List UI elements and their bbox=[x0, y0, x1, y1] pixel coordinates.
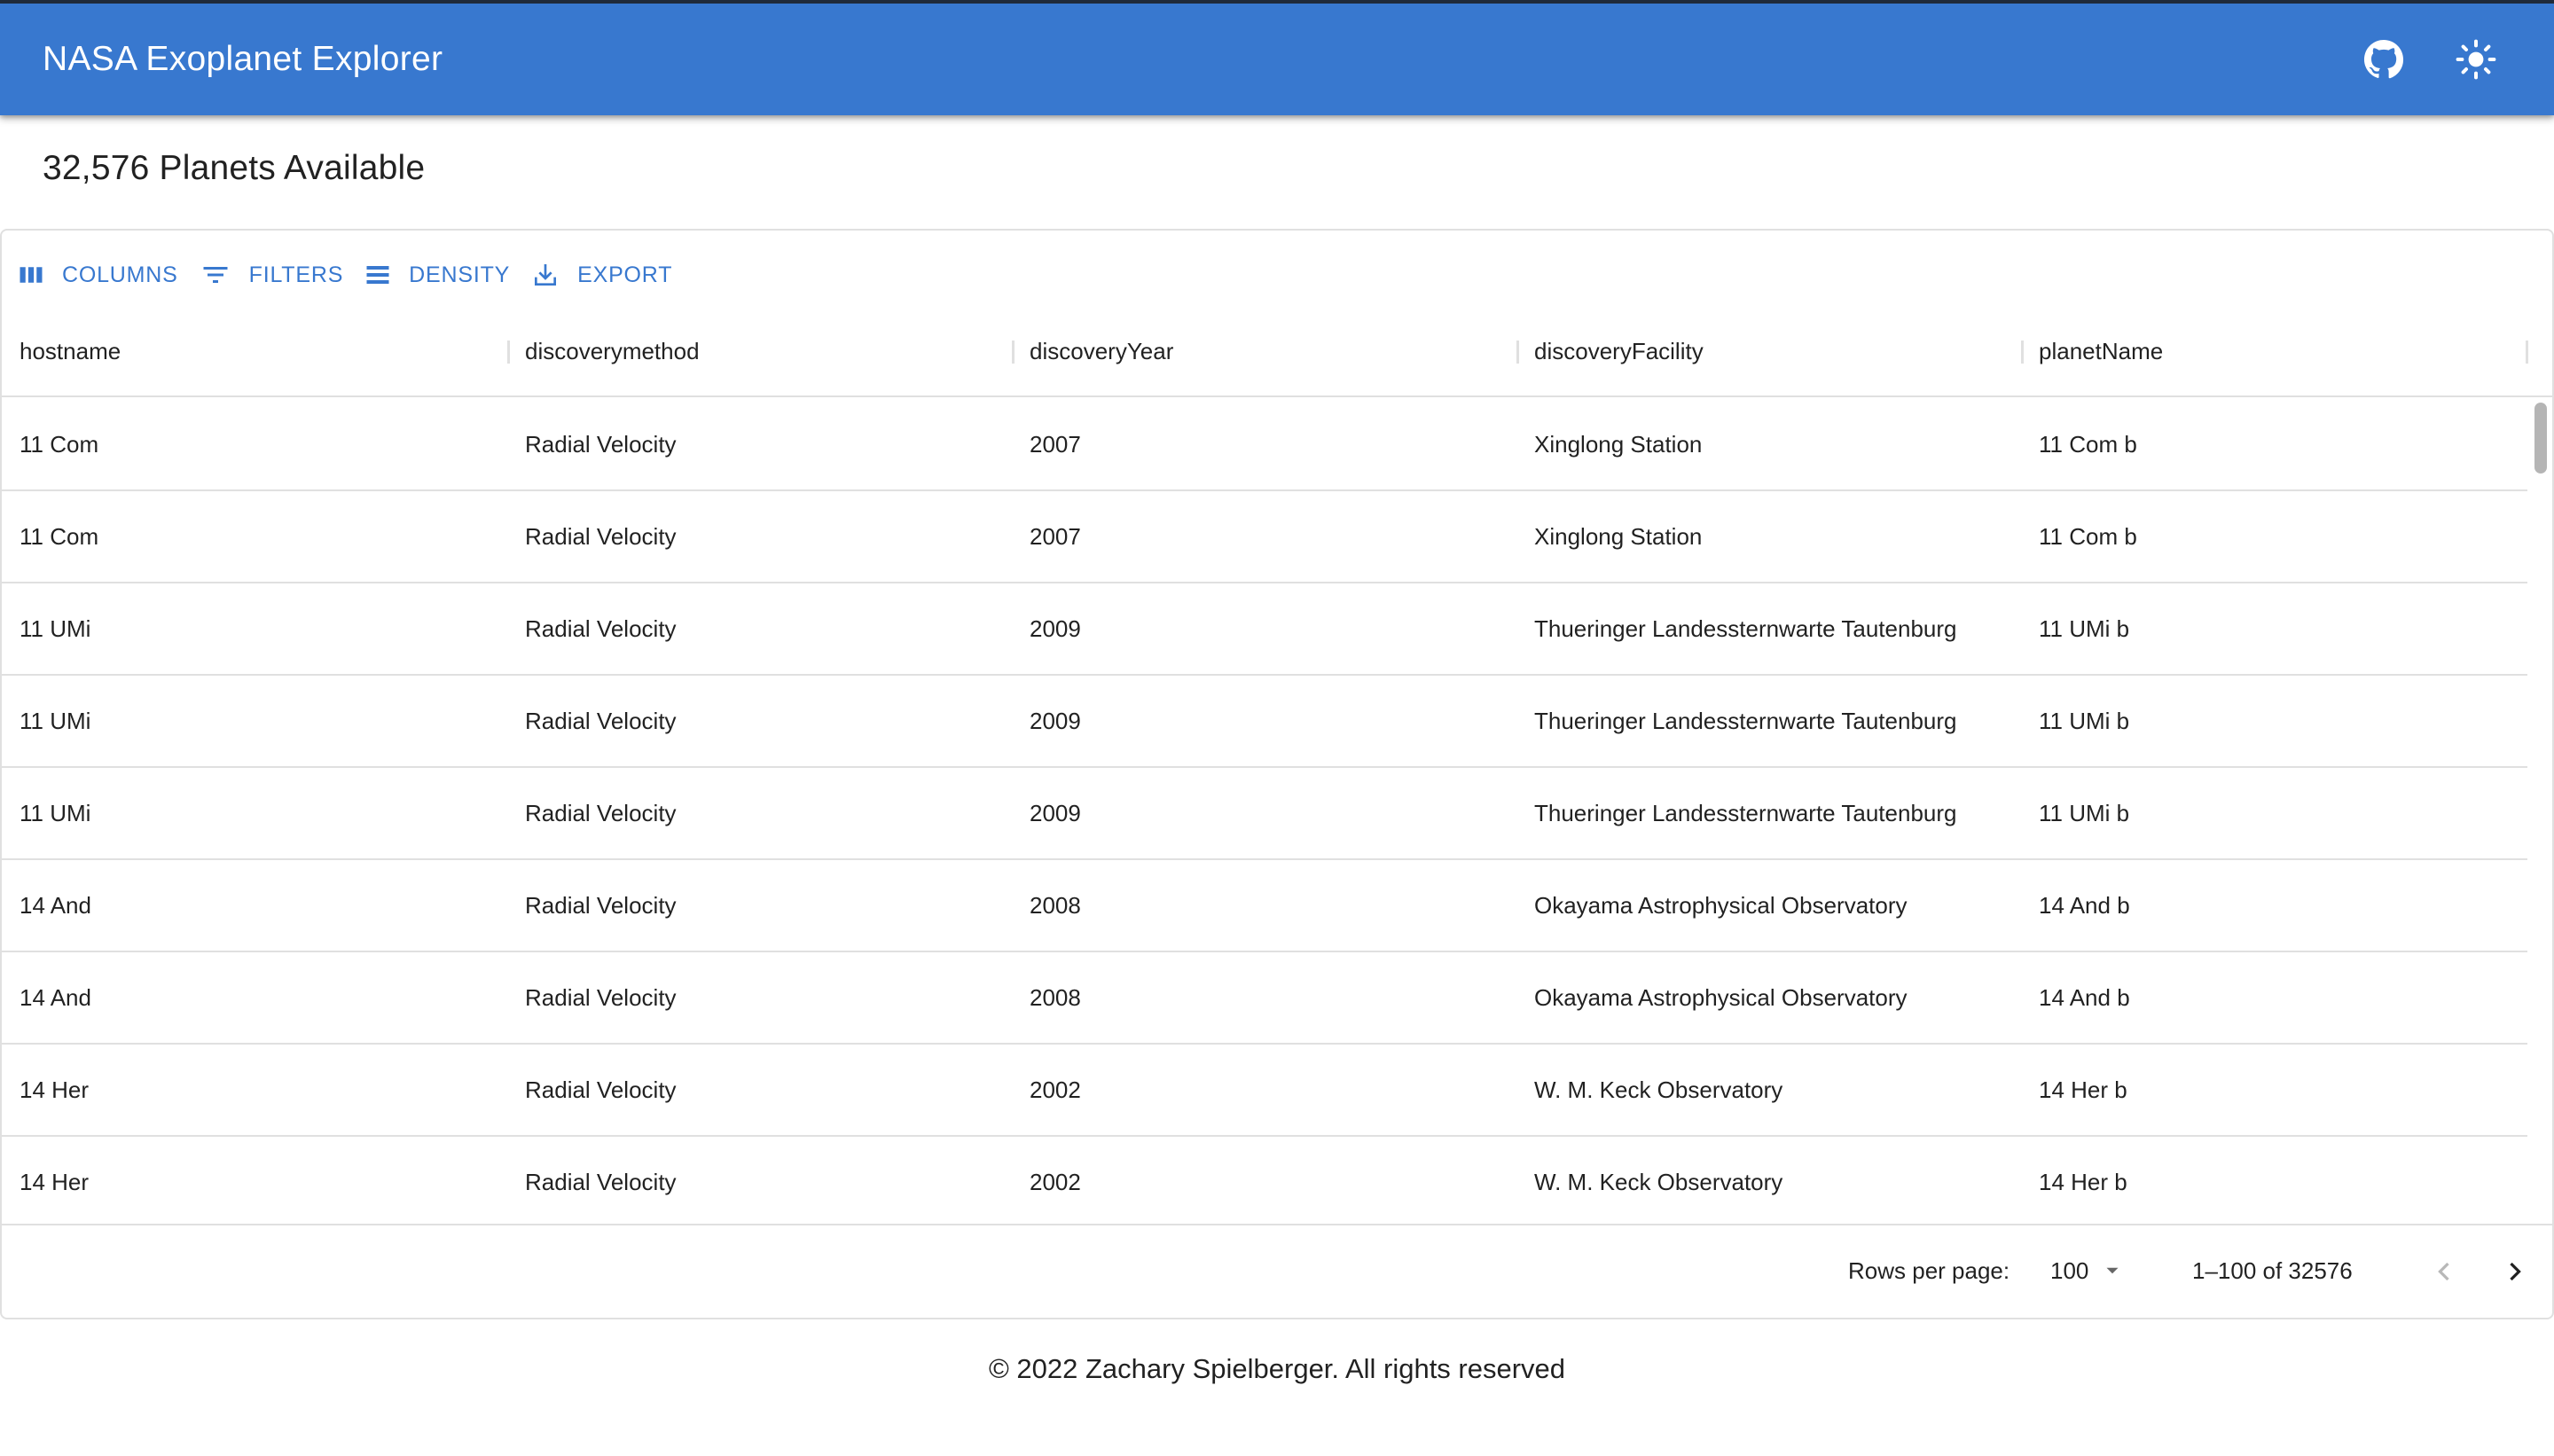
pagination-range: 1–100 of 32576 bbox=[2192, 1257, 2353, 1284]
table-row[interactable]: 11 Com Radial Velocity 2007 Xinglong Sta… bbox=[2, 399, 2527, 491]
table-row[interactable]: 14 Her Radial Velocity 2002 W. M. Keck O… bbox=[2, 1045, 2527, 1137]
cell-discoveryfacility: Thueringer Landessternwarte Tautenburg bbox=[1534, 799, 1957, 826]
cell-discoveryfacility: Okayama Astrophysical Observatory bbox=[1534, 891, 1908, 919]
cell-hostname: 14 Her bbox=[20, 1076, 90, 1103]
cell-discoverymethod: Radial Velocity bbox=[525, 891, 677, 919]
cell-discoveryfacility: W. M. Keck Observatory bbox=[1534, 1168, 1783, 1195]
filter-list-icon bbox=[203, 267, 228, 283]
cell-discoveryfacility: Thueringer Landessternwarte Tautenburg bbox=[1534, 614, 1957, 642]
cell-planetname: 11 UMi b bbox=[2039, 707, 2130, 734]
column-header-discoveryyear[interactable]: discoveryYear bbox=[1012, 305, 1517, 397]
density-icon bbox=[366, 266, 389, 284]
next-page-button[interactable] bbox=[2488, 1245, 2542, 1298]
cell-planetname: 14 And b bbox=[2039, 891, 2130, 919]
cell-discoveryyear: 2009 bbox=[1030, 707, 1081, 734]
cell-hostname: 14 Her bbox=[20, 1168, 90, 1195]
filters-button[interactable]: Filters bbox=[200, 250, 344, 300]
cell-discoveryfacility: Xinglong Station bbox=[1534, 522, 1703, 550]
cell-discoveryfacility: Thueringer Landessternwarte Tautenburg bbox=[1534, 707, 1957, 734]
cell-hostname: 11 Com bbox=[20, 522, 99, 550]
cell-discoveryyear: 2002 bbox=[1030, 1076, 1081, 1103]
cell-planetname: 11 Com b bbox=[2039, 522, 2137, 550]
cell-hostname: 14 And bbox=[20, 983, 91, 1011]
density-button[interactable]: Density bbox=[364, 250, 510, 300]
table-row[interactable]: 14 Her Radial Velocity 2002 W. M. Keck O… bbox=[2, 1137, 2527, 1224]
chevron-left-icon bbox=[2438, 1262, 2449, 1281]
table-row[interactable]: 14 And Radial Velocity 2008 Okayama Astr… bbox=[2, 952, 2527, 1045]
data-grid: Columns Filters Density Export bbox=[0, 229, 2554, 1319]
cell-discoveryyear: 2008 bbox=[1030, 891, 1081, 919]
cell-planetname: 14 Her b bbox=[2039, 1076, 2127, 1103]
cell-hostname: 11 UMi bbox=[20, 707, 91, 734]
cell-discoverymethod: Radial Velocity bbox=[525, 614, 677, 642]
light-mode-icon bbox=[2456, 39, 2496, 80]
view-column-icon bbox=[20, 267, 43, 283]
cell-discoverymethod: Radial Velocity bbox=[525, 1076, 677, 1103]
cell-discoverymethod: Radial Velocity bbox=[525, 430, 677, 458]
cell-discoveryyear: 2009 bbox=[1030, 614, 1081, 642]
columns-button[interactable]: Columns bbox=[18, 250, 178, 300]
download-icon bbox=[535, 264, 557, 286]
grid-toolbar: Columns Filters Density Export bbox=[18, 250, 693, 300]
scrollbar-thumb[interactable] bbox=[2534, 403, 2547, 474]
github-icon bbox=[2363, 39, 2404, 79]
rows-per-page-value: 100 bbox=[2050, 1256, 2089, 1284]
export-label: Export bbox=[577, 262, 673, 287]
column-header-row: hostname discoverymethod discoveryYear d… bbox=[2, 305, 2552, 397]
github-button[interactable] bbox=[2348, 24, 2419, 95]
filters-label: Filters bbox=[248, 262, 344, 287]
cell-planetname: 14 Her b bbox=[2039, 1168, 2127, 1195]
cell-discoverymethod: Radial Velocity bbox=[525, 1168, 677, 1195]
column-header-discoverymethod[interactable]: discoverymethod bbox=[507, 305, 1013, 397]
arrow-drop-down-icon bbox=[2106, 1267, 2119, 1274]
cell-hostname: 14 And bbox=[20, 891, 91, 919]
cell-discoveryyear: 2008 bbox=[1030, 983, 1081, 1011]
cell-discoverymethod: Radial Velocity bbox=[525, 799, 677, 826]
cell-discoveryyear: 2007 bbox=[1030, 430, 1081, 458]
column-header-hostname[interactable]: hostname bbox=[2, 305, 507, 397]
cell-discoveryfacility: Okayama Astrophysical Observatory bbox=[1534, 983, 1908, 1011]
cell-planetname: 11 UMi b bbox=[2039, 614, 2130, 642]
pagination-footer: Rows per page: 100 1–100 of 32576 bbox=[2, 1224, 2552, 1318]
theme-toggle-button[interactable] bbox=[2440, 24, 2511, 95]
cell-hostname: 11 UMi bbox=[20, 614, 91, 642]
rows-per-page-select[interactable]: 100 bbox=[2050, 1250, 2124, 1291]
app-title: NASA Exoplanet Explorer bbox=[43, 40, 443, 78]
table-row[interactable]: 11 Com Radial Velocity 2007 Xinglong Sta… bbox=[2, 491, 2527, 583]
cell-discoveryfacility: W. M. Keck Observatory bbox=[1534, 1076, 1783, 1103]
vertical-scrollbar[interactable] bbox=[2531, 399, 2550, 1224]
cell-planetname: 14 And b bbox=[2039, 983, 2130, 1011]
chevron-right-icon bbox=[2510, 1262, 2521, 1281]
cell-discoverymethod: Radial Velocity bbox=[525, 522, 677, 550]
rows-per-page-label: Rows per page: bbox=[1848, 1257, 2010, 1284]
copyright-text: © 2022 Zachary Spielberger. All rights r… bbox=[988, 1353, 1566, 1384]
cell-discoverymethod: Radial Velocity bbox=[525, 983, 677, 1011]
export-button[interactable]: Export bbox=[531, 250, 672, 300]
table-row[interactable]: 11 UMi Radial Velocity 2009 Thueringer L… bbox=[2, 768, 2527, 860]
planets-count-heading: 32,576 Planets Available bbox=[43, 149, 426, 187]
cell-planetname: 11 Com b bbox=[2039, 430, 2137, 458]
column-header-planetname[interactable]: planetName bbox=[2021, 305, 2527, 397]
table-row[interactable]: 11 UMi Radial Velocity 2009 Thueringer L… bbox=[2, 583, 2527, 676]
cell-discoveryyear: 2002 bbox=[1030, 1168, 1081, 1195]
app-bar: NASA Exoplanet Explorer bbox=[0, 0, 2554, 115]
table-body: 11 Com Radial Velocity 2007 Xinglong Sta… bbox=[2, 399, 2527, 1224]
column-separator[interactable] bbox=[2526, 341, 2528, 364]
cell-hostname: 11 Com bbox=[20, 430, 99, 458]
density-label: Density bbox=[409, 262, 511, 287]
previous-page-button[interactable] bbox=[2417, 1245, 2471, 1298]
cell-discoveryfacility: Xinglong Station bbox=[1534, 430, 1703, 458]
cell-discoveryyear: 2009 bbox=[1030, 799, 1081, 826]
cell-planetname: 11 UMi b bbox=[2039, 799, 2130, 826]
columns-label: Columns bbox=[62, 262, 178, 287]
table-row[interactable]: 14 And Radial Velocity 2008 Okayama Astr… bbox=[2, 860, 2527, 952]
cell-discoverymethod: Radial Velocity bbox=[525, 707, 677, 734]
cell-discoveryyear: 2007 bbox=[1030, 522, 1081, 550]
column-header-discoveryfacility[interactable]: discoveryFacility bbox=[1516, 305, 2022, 397]
table-row[interactable]: 11 UMi Radial Velocity 2009 Thueringer L… bbox=[2, 676, 2527, 768]
cell-hostname: 11 UMi bbox=[20, 799, 91, 826]
